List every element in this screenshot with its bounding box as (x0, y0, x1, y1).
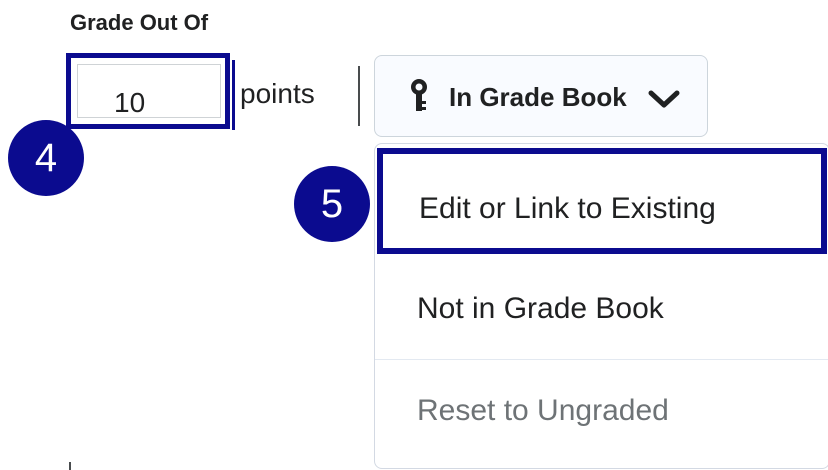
menu-item-reset-to-ungraded[interactable]: Reset to Ungraded (375, 360, 828, 460)
in-grade-book-label: In Grade Book (449, 82, 627, 112)
grade-out-of-label: Grade Out Of (70, 10, 209, 35)
menu-item-label: Not in Grade Book (417, 292, 664, 325)
menu-item-edit-or-link[interactable]: Edit or Link to Existing (377, 148, 827, 254)
divider-tick (69, 462, 71, 470)
menu-item-label: Edit or Link to Existing (419, 192, 716, 225)
points-label: points (240, 78, 315, 109)
menu-item-label: Reset to Ungraded (417, 394, 669, 427)
input-caret (232, 60, 235, 130)
ribbon-icon (411, 79, 427, 111)
step-4-badge: 4 (8, 120, 84, 196)
grade-out-of-input[interactable]: 10 (77, 64, 221, 118)
chevron-down-icon[interactable] (647, 88, 681, 110)
menu-item-not-in-grade-book[interactable]: Not in Grade Book (375, 260, 828, 360)
grade-input-highlight[interactable]: 10 (66, 53, 230, 129)
step-5-badge: 5 (294, 166, 370, 242)
grade-book-dropdown-menu: Edit or Link to Existing Not in Grade Bo… (374, 143, 828, 469)
divider (358, 66, 360, 126)
grade-out-of-value: 10 (114, 87, 146, 118)
in-grade-book-button[interactable]: In Grade Book (374, 55, 708, 137)
